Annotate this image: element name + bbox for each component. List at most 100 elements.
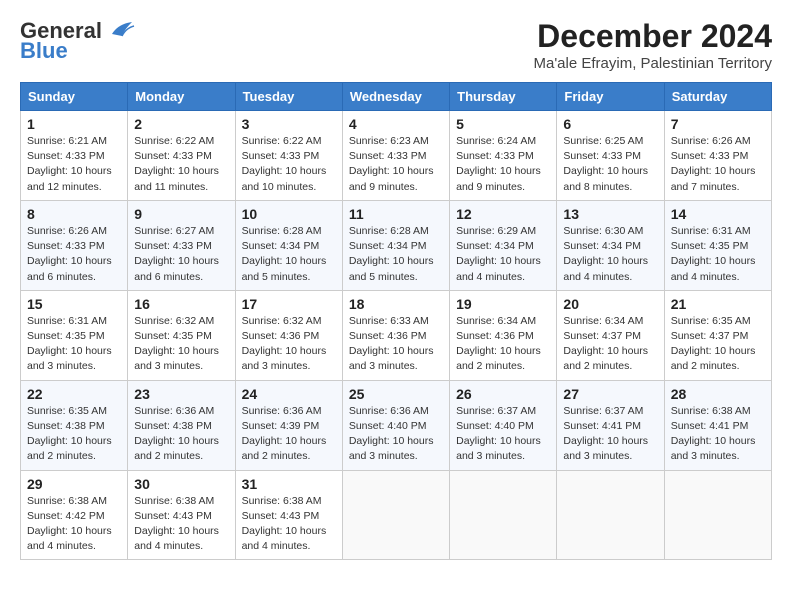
day-number: 3 [242, 116, 336, 132]
day-number: 26 [456, 386, 550, 402]
day-number: 12 [456, 206, 550, 222]
day-cell-15: 15Sunrise: 6:31 AMSunset: 4:35 PMDayligh… [21, 290, 128, 380]
day-cell-20: 20 Sunrise: 6:34 AMSunset: 4:37 PMDayligh… [557, 290, 664, 380]
col-header-wednesday: Wednesday [342, 83, 449, 111]
day-cell-28: 28 Sunrise: 6:38 AMSunset: 4:41 PMDayligh… [664, 380, 771, 470]
day-cell-24: 24 Sunrise: 6:36 AMSunset: 4:39 PMDayligh… [235, 380, 342, 470]
day-number: 4 [349, 116, 443, 132]
day-cell-19: 19Sunrise: 6:34 AMSunset: 4:36 PMDayligh… [450, 290, 557, 380]
day-number: 17 [242, 296, 336, 312]
empty-cell [664, 470, 771, 560]
day-number: 2 [134, 116, 228, 132]
day-cell-18: 18 Sunrise: 6:33 AMSunset: 4:36 PMDayligh… [342, 290, 449, 380]
week-row-4: 22 Sunrise: 6:35 AMSunset: 4:38 PMDayligh… [21, 380, 772, 470]
day-number: 20 [563, 296, 657, 312]
day-number: 13 [563, 206, 657, 222]
day-number: 23 [134, 386, 228, 402]
day-number: 18 [349, 296, 443, 312]
empty-cell [342, 470, 449, 560]
calendar-table: SundayMondayTuesdayWednesdayThursdayFrid… [20, 82, 772, 560]
day-cell-5: 5Sunrise: 6:24 AMSunset: 4:33 PMDaylight… [450, 111, 557, 201]
day-cell-23: 23Sunrise: 6:36 AMSunset: 4:38 PMDayligh… [128, 380, 235, 470]
day-cell-13: 13 Sunrise: 6:30 AMSunset: 4:34 PMDayligh… [557, 200, 664, 290]
day-info: Sunrise: 6:24 AMSunset: 4:33 PMDaylight:… [456, 134, 550, 195]
day-cell-31: 31 Sunrise: 6:38 AMSunset: 4:43 PMDayligh… [235, 470, 342, 560]
week-row-2: 8Sunrise: 6:26 AMSunset: 4:33 PMDaylight… [21, 200, 772, 290]
empty-cell [450, 470, 557, 560]
day-number: 7 [671, 116, 765, 132]
day-number: 29 [27, 476, 121, 492]
day-cell-8: 8Sunrise: 6:26 AMSunset: 4:33 PMDaylight… [21, 200, 128, 290]
title-block: December 2024 Ma'ale Efrayim, Palestinia… [533, 18, 772, 72]
location-title: Ma'ale Efrayim, Palestinian Territory [533, 55, 772, 72]
day-cell-30: 30Sunrise: 6:38 AMSunset: 4:43 PMDayligh… [128, 470, 235, 560]
day-cell-12: 12Sunrise: 6:29 AMSunset: 4:34 PMDayligh… [450, 200, 557, 290]
day-info: Sunrise: 6:31 AMSunset: 4:35 PMDaylight:… [27, 314, 121, 375]
day-info: Sunrise: 6:32 AMSunset: 4:35 PMDaylight:… [134, 314, 228, 375]
col-header-saturday: Saturday [664, 83, 771, 111]
col-header-friday: Friday [557, 83, 664, 111]
day-number: 16 [134, 296, 228, 312]
logo-blue: Blue [20, 38, 68, 64]
day-info: Sunrise: 6:37 AMSunset: 4:41 PMDaylight:… [563, 404, 657, 465]
day-cell-3: 3 Sunrise: 6:22 AMSunset: 4:33 PMDaylight… [235, 111, 342, 201]
day-cell-29: 29 Sunrise: 6:38 AMSunset: 4:42 PMDayligh… [21, 470, 128, 560]
day-info: Sunrise: 6:36 AMSunset: 4:39 PMDaylight:… [242, 404, 336, 465]
day-number: 11 [349, 206, 443, 222]
day-number: 28 [671, 386, 765, 402]
day-number: 24 [242, 386, 336, 402]
day-number: 22 [27, 386, 121, 402]
day-info: Sunrise: 6:27 AMSunset: 4:33 PMDaylight:… [134, 224, 228, 285]
day-info: Sunrise: 6:26 AMSunset: 4:33 PMDaylight:… [671, 134, 765, 195]
col-header-thursday: Thursday [450, 83, 557, 111]
day-cell-7: 7 Sunrise: 6:26 AMSunset: 4:33 PMDaylight… [664, 111, 771, 201]
day-cell-17: 17 Sunrise: 6:32 AMSunset: 4:36 PMDayligh… [235, 290, 342, 380]
day-info: Sunrise: 6:32 AMSunset: 4:36 PMDaylight:… [242, 314, 336, 375]
day-cell-1: 1 Sunrise: 6:21 AMSunset: 4:33 PMDaylight… [21, 111, 128, 201]
day-cell-2: 2 Sunrise: 6:22 AMSunset: 4:33 PMDaylight… [128, 111, 235, 201]
day-info: Sunrise: 6:28 AMSunset: 4:34 PMDaylight:… [242, 224, 336, 285]
week-row-5: 29 Sunrise: 6:38 AMSunset: 4:42 PMDayligh… [21, 470, 772, 560]
day-info: Sunrise: 6:22 AMSunset: 4:33 PMDaylight:… [242, 134, 336, 195]
day-info: Sunrise: 6:36 AMSunset: 4:40 PMDaylight:… [349, 404, 443, 465]
day-info: Sunrise: 6:38 AMSunset: 4:41 PMDaylight:… [671, 404, 765, 465]
day-number: 27 [563, 386, 657, 402]
day-number: 25 [349, 386, 443, 402]
day-info: Sunrise: 6:38 AMSunset: 4:42 PMDaylight:… [27, 494, 121, 555]
week-row-1: 1 Sunrise: 6:21 AMSunset: 4:33 PMDaylight… [21, 111, 772, 201]
day-info: Sunrise: 6:22 AMSunset: 4:33 PMDaylight:… [134, 134, 228, 195]
day-info: Sunrise: 6:38 AMSunset: 4:43 PMDaylight:… [242, 494, 336, 555]
day-number: 31 [242, 476, 336, 492]
day-info: Sunrise: 6:38 AMSunset: 4:43 PMDaylight:… [134, 494, 228, 555]
day-info: Sunrise: 6:34 AMSunset: 4:37 PMDaylight:… [563, 314, 657, 375]
logo-bird-icon [104, 20, 136, 42]
day-cell-27: 27 Sunrise: 6:37 AMSunset: 4:41 PMDayligh… [557, 380, 664, 470]
day-number: 9 [134, 206, 228, 222]
month-title: December 2024 [533, 18, 772, 55]
day-info: Sunrise: 6:35 AMSunset: 4:38 PMDaylight:… [27, 404, 121, 465]
logo: General Blue [20, 18, 136, 64]
page-header: General Blue December 2024 Ma'ale Efrayi… [20, 18, 772, 72]
day-cell-14: 14 Sunrise: 6:31 AMSunset: 4:35 PMDayligh… [664, 200, 771, 290]
day-cell-11: 11 Sunrise: 6:28 AMSunset: 4:34 PMDayligh… [342, 200, 449, 290]
day-number: 6 [563, 116, 657, 132]
day-info: Sunrise: 6:31 AMSunset: 4:35 PMDaylight:… [671, 224, 765, 285]
day-cell-10: 10Sunrise: 6:28 AMSunset: 4:34 PMDayligh… [235, 200, 342, 290]
day-number: 1 [27, 116, 121, 132]
calendar-header-row: SundayMondayTuesdayWednesdayThursdayFrid… [21, 83, 772, 111]
day-info: Sunrise: 6:21 AMSunset: 4:33 PMDaylight:… [27, 134, 121, 195]
day-info: Sunrise: 6:37 AMSunset: 4:40 PMDaylight:… [456, 404, 550, 465]
day-info: Sunrise: 6:28 AMSunset: 4:34 PMDaylight:… [349, 224, 443, 285]
day-info: Sunrise: 6:23 AMSunset: 4:33 PMDaylight:… [349, 134, 443, 195]
day-cell-6: 6 Sunrise: 6:25 AMSunset: 4:33 PMDaylight… [557, 111, 664, 201]
day-info: Sunrise: 6:30 AMSunset: 4:34 PMDaylight:… [563, 224, 657, 285]
week-row-3: 15Sunrise: 6:31 AMSunset: 4:35 PMDayligh… [21, 290, 772, 380]
col-header-sunday: Sunday [21, 83, 128, 111]
day-info: Sunrise: 6:33 AMSunset: 4:36 PMDaylight:… [349, 314, 443, 375]
day-number: 19 [456, 296, 550, 312]
day-info: Sunrise: 6:25 AMSunset: 4:33 PMDaylight:… [563, 134, 657, 195]
day-cell-21: 21Sunrise: 6:35 AMSunset: 4:37 PMDayligh… [664, 290, 771, 380]
day-info: Sunrise: 6:35 AMSunset: 4:37 PMDaylight:… [671, 314, 765, 375]
day-cell-22: 22 Sunrise: 6:35 AMSunset: 4:38 PMDayligh… [21, 380, 128, 470]
day-number: 14 [671, 206, 765, 222]
